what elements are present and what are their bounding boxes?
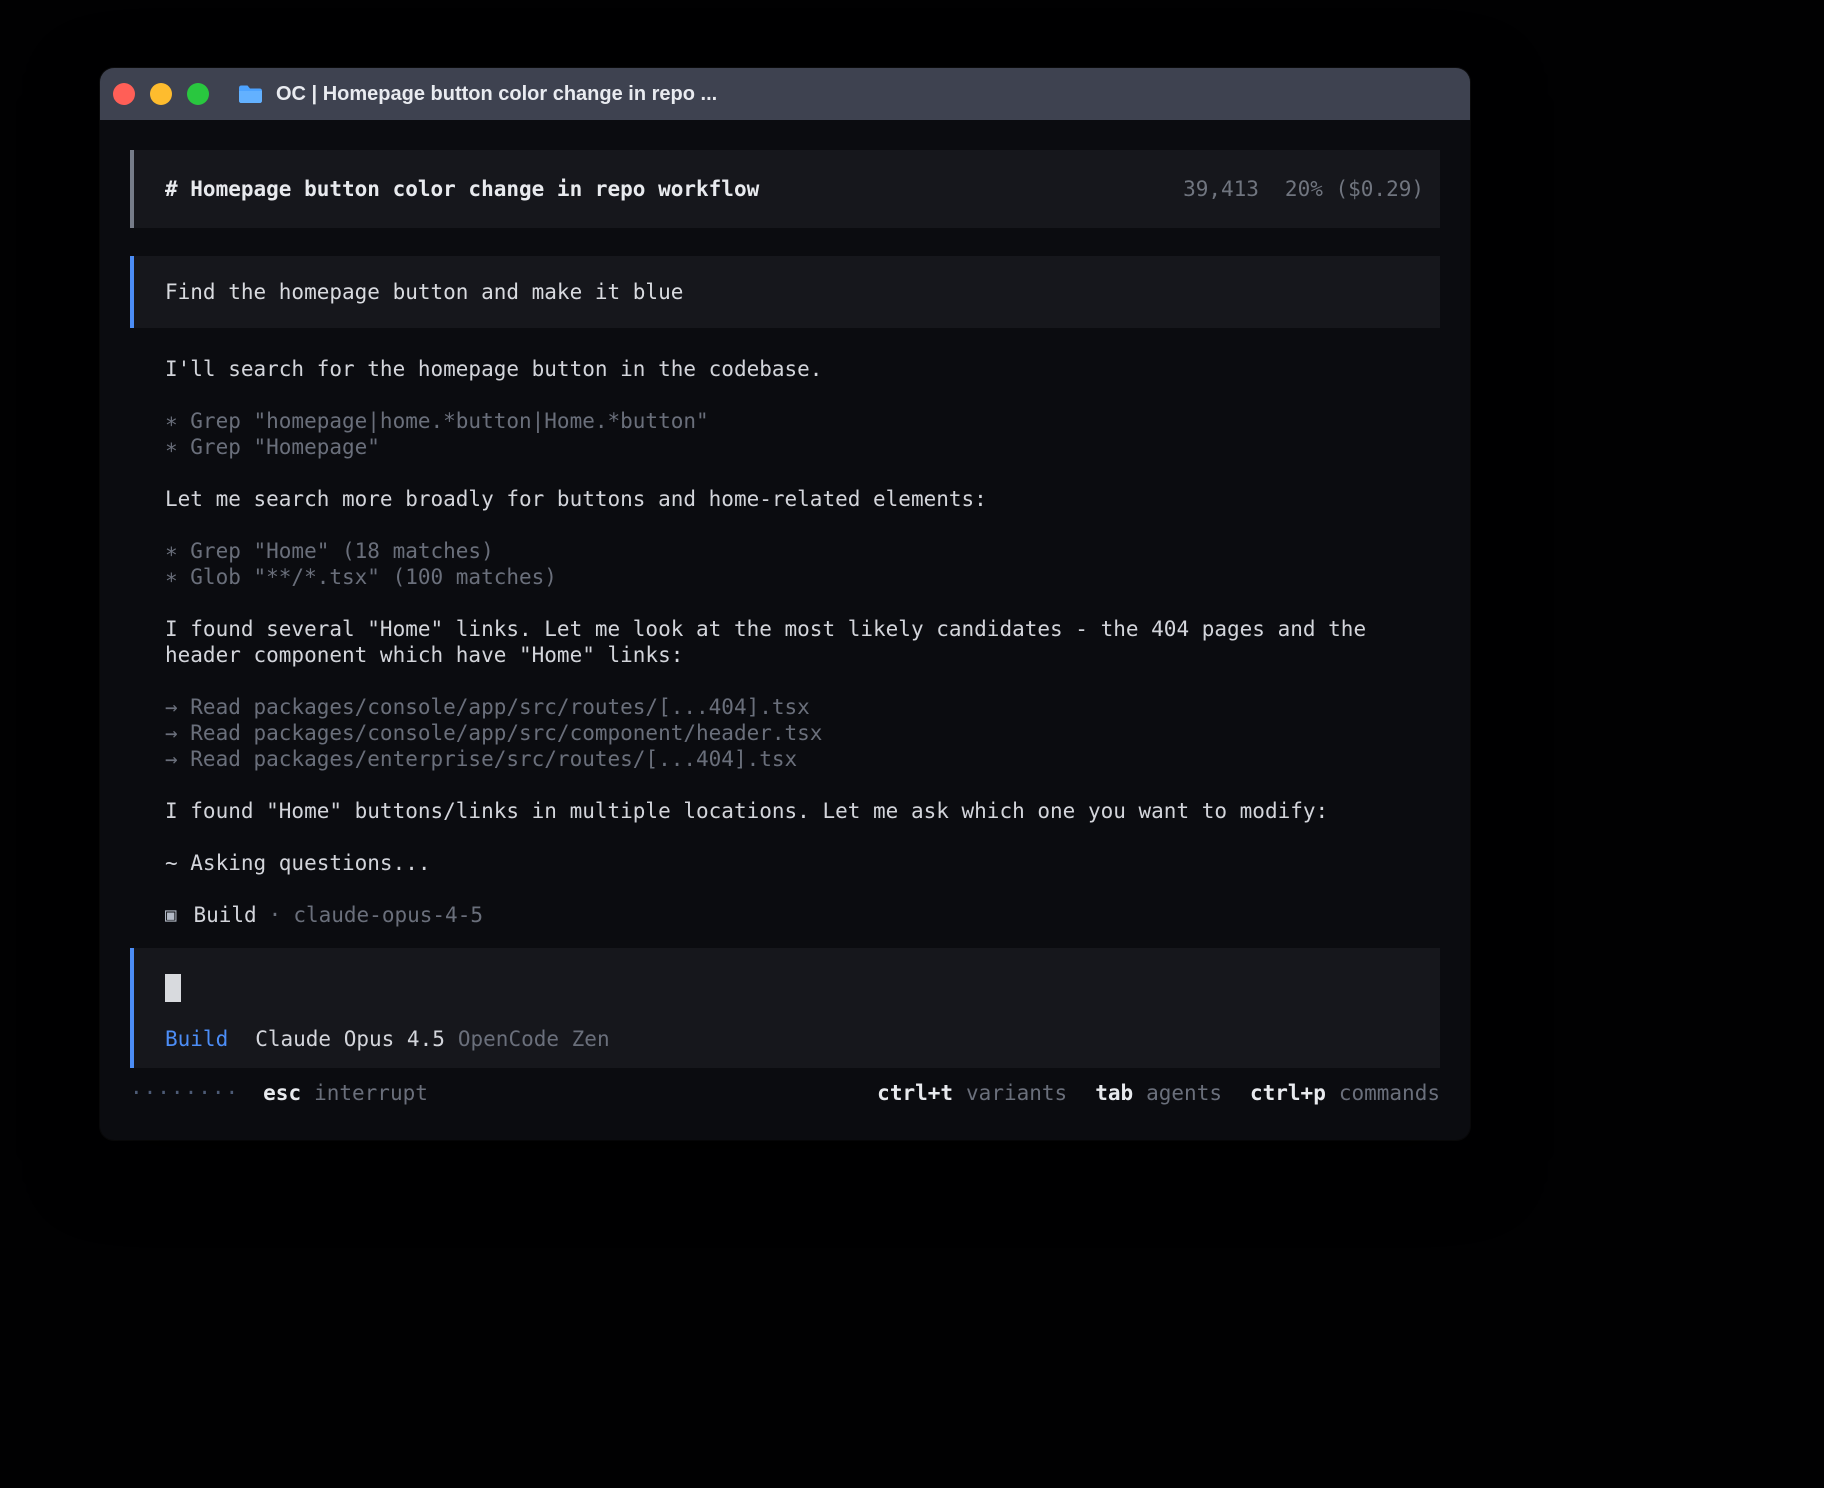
- tool-call-grep: ∗ Grep "Homepage": [165, 434, 1405, 460]
- tool-call-read: → Read packages/console/app/src/componen…: [165, 720, 1405, 746]
- agent-icon: ▣: [165, 902, 176, 928]
- interrupt-key: esc: [263, 1080, 301, 1106]
- terminal-window: OC | Homepage button color change in rep…: [100, 68, 1470, 1140]
- context-cost: 20% ($0.29): [1285, 176, 1424, 202]
- text-cursor: [165, 974, 181, 1002]
- user-message-text: Find the homepage button and make it blu…: [165, 279, 683, 305]
- hint-key: ctrl+t: [877, 1080, 953, 1106]
- hint-key: tab: [1095, 1080, 1133, 1106]
- zoom-button[interactable]: [187, 83, 209, 105]
- provider-name: OpenCode Zen: [458, 1026, 610, 1052]
- hint-key: ctrl+p: [1250, 1080, 1326, 1106]
- hint-variants: ctrl+t variants: [877, 1080, 1067, 1106]
- tool-call-group: → Read packages/console/app/src/routes/[…: [165, 694, 1405, 772]
- working-status: ~ Asking questions...: [165, 850, 1405, 876]
- user-message: Find the homepage button and make it blu…: [130, 256, 1440, 328]
- interrupt-hint: ········ esc interrupt: [130, 1080, 428, 1106]
- desktop-background: OC | Homepage button color change in rep…: [0, 0, 1824, 1488]
- tool-call-glob: ∗ Glob "**/*.tsx" (100 matches): [165, 564, 1405, 590]
- tool-call-group: ∗ Grep "homepage|home.*button|Home.*butt…: [165, 408, 1405, 460]
- agent-status-line: ▣ Build · claude-opus-4-5: [165, 902, 1405, 928]
- prompt-input[interactable]: Build Claude Opus 4.5 OpenCode Zen: [130, 948, 1440, 1068]
- window-title: OC | Homepage button color change in rep…: [276, 83, 717, 106]
- assistant-text: I'll search for the homepage button in t…: [165, 356, 1405, 382]
- hint-label: commands: [1339, 1080, 1440, 1106]
- window-controls: [113, 83, 209, 105]
- interrupt-label: interrupt: [314, 1080, 428, 1106]
- tool-call-read: → Read packages/enterprise/src/routes/[.…: [165, 746, 1405, 772]
- folder-icon: [237, 83, 264, 105]
- hint-label: agents: [1146, 1080, 1222, 1106]
- hint-agents: tab agents: [1095, 1080, 1222, 1106]
- tool-call-read: → Read packages/console/app/src/routes/[…: [165, 694, 1405, 720]
- hint-label: variants: [966, 1080, 1067, 1106]
- assistant-text: I found "Home" buttons/links in multiple…: [165, 798, 1405, 824]
- agent-model: claude-opus-4-5: [293, 902, 483, 928]
- agent-separator: ·: [269, 902, 282, 928]
- agent-name: Build: [193, 902, 256, 928]
- hint-commands: ctrl+p commands: [1250, 1080, 1440, 1106]
- assistant-response: I'll search for the homepage button in t…: [130, 356, 1405, 928]
- assistant-text: Let me search more broadly for buttons a…: [165, 486, 1405, 512]
- tool-call-grep: ∗ Grep "Home" (18 matches): [165, 538, 1405, 564]
- assistant-text: I found several "Home" links. Let me loo…: [165, 616, 1405, 668]
- token-count: 39,413: [1183, 176, 1259, 202]
- spinner-dots: ········: [130, 1080, 239, 1106]
- session-header: # Homepage button color change in repo w…: [130, 150, 1440, 228]
- window-titlebar[interactable]: OC | Homepage button color change in rep…: [100, 68, 1470, 120]
- input-meta: Build Claude Opus 4.5 OpenCode Zen: [165, 1026, 1440, 1052]
- session-stats: 39,413 20% ($0.29): [1183, 176, 1424, 202]
- tool-call-group: ∗ Grep "Home" (18 matches) ∗ Glob "**/*.…: [165, 538, 1405, 590]
- minimize-button[interactable]: [150, 83, 172, 105]
- model-name: Claude Opus 4.5: [255, 1026, 445, 1052]
- close-button[interactable]: [113, 83, 135, 105]
- tool-call-grep: ∗ Grep "homepage|home.*button|Home.*butt…: [165, 408, 1405, 434]
- agent-mode-label[interactable]: Build: [165, 1026, 228, 1052]
- session-title: # Homepage button color change in repo w…: [165, 176, 759, 202]
- status-bar: ········ esc interrupt ctrl+t variants t…: [130, 1080, 1440, 1106]
- keyboard-hints: ctrl+t variants tab agents ctrl+p comman…: [877, 1080, 1440, 1106]
- terminal-content: # Homepage button color change in repo w…: [100, 120, 1470, 1106]
